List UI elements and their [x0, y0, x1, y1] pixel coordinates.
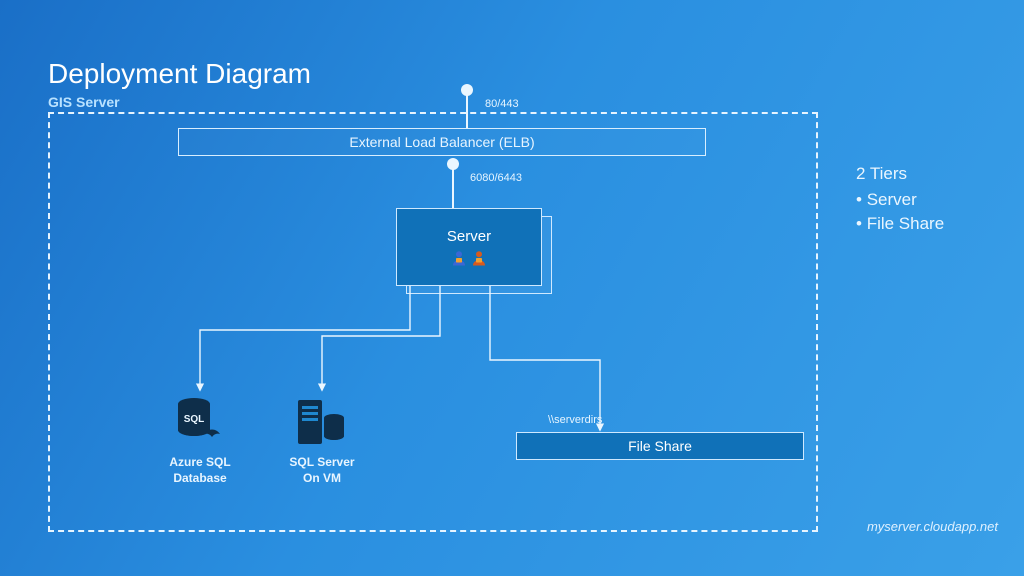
tier-item: File Share	[856, 212, 944, 236]
sql-badge: SQL	[184, 414, 205, 425]
sql-server-vm-label-line1: SQL Server	[289, 455, 354, 469]
tiers-heading: 2 Tiers	[856, 162, 944, 186]
sql-server-vm-label: SQL Server On VM	[272, 455, 372, 486]
page-subtitle: GIS Server	[48, 94, 120, 110]
azure-sql-label-line2: Database	[173, 471, 226, 485]
sql-server-vm-icon	[292, 394, 352, 455]
unc-path-label: \\serverdirs	[548, 414, 602, 426]
azure-sql-label-line1: Azure SQL	[169, 455, 230, 469]
azure-sql-label: Azure SQL Database	[150, 455, 250, 486]
sql-server-vm-label-line2: On VM	[303, 471, 341, 485]
page-title: Deployment Diagram	[48, 58, 311, 90]
server-box: Server	[396, 208, 542, 286]
tiers-summary: 2 Tiers Server File Share	[856, 162, 944, 235]
users-icon	[450, 249, 488, 267]
tier-item: Server	[856, 188, 944, 212]
server-label: Server	[447, 228, 491, 245]
port-external-label: 80/443	[485, 98, 519, 110]
azure-sql-icon: SQL	[170, 394, 230, 455]
port-internal-label: 6080/6443	[470, 172, 522, 184]
elb-box: External Load Balancer (ELB)	[178, 128, 706, 156]
footer-url: myserver.cloudapp.net	[867, 519, 998, 534]
port-external-connector	[466, 94, 468, 128]
fileshare-box: File Share	[516, 432, 804, 460]
port-internal-connector	[452, 168, 454, 210]
